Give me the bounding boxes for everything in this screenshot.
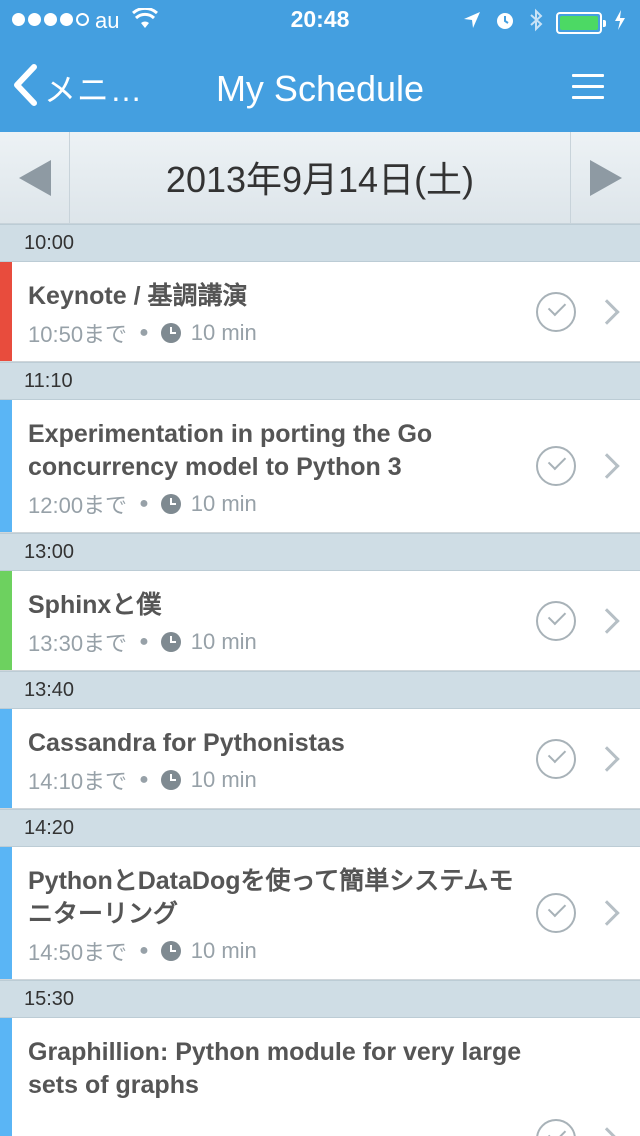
separator-dot: ● — [139, 633, 149, 650]
previous-day-button[interactable] — [0, 132, 70, 224]
back-button-label: メニ… — [44, 71, 144, 108]
date-navigator: 2013年9月14日(土) — [0, 132, 640, 224]
session-list: 10:00 Keynote / 基調講演 10:50まで ● 10 min 11… — [0, 224, 640, 1136]
checkmark-circle-icon[interactable] — [536, 291, 576, 332]
track-color-stripe — [0, 709, 12, 808]
session-title: Experimentation in porting the Go concur… — [28, 420, 433, 481]
charging-bolt-icon — [614, 10, 626, 35]
time-section-header: 13:00 — [0, 533, 640, 571]
session-meta: 12:00まで ● 10 min — [28, 488, 530, 520]
schedule-screen: au 20:48 メニ… My Schedule 2013年9月14日(土) 1… — [0, 0, 640, 1136]
time-section-header: 10:00 — [0, 224, 640, 262]
track-color-stripe — [0, 847, 12, 979]
time-section-header: 13:40 — [0, 671, 640, 709]
separator-dot: ● — [139, 771, 149, 788]
track-color-stripe — [0, 400, 12, 532]
next-day-button[interactable] — [570, 132, 640, 224]
triangle-right-icon — [589, 160, 622, 196]
checkmark-circle-icon[interactable] — [536, 446, 576, 486]
separator-dot: ● — [139, 495, 149, 512]
chevron-right-icon — [594, 1127, 620, 1136]
track-color-stripe — [0, 571, 12, 670]
session-meta: 13:30まで ● 10 min — [28, 626, 530, 658]
current-date: 2013年9月14日(土) — [165, 159, 475, 200]
clock-icon — [160, 941, 181, 961]
navigation-bar: メニ… My Schedule — [0, 40, 640, 132]
track-color-stripe — [0, 262, 12, 361]
session-title: Cassandra for Pythonistas — [28, 729, 345, 757]
top-bar: au 20:48 メニ… My Schedule — [0, 0, 640, 132]
alarm-clock-icon — [494, 9, 516, 36]
checkmark-circle-icon[interactable] — [536, 738, 576, 779]
chevron-right-icon — [594, 298, 620, 325]
session-duration: 10 min — [190, 938, 257, 963]
session-end-time: 12:00まで — [28, 493, 128, 518]
session-row[interactable]: Graphillion: Python module for very larg… — [0, 1018, 640, 1136]
session-meta: 14:50まで ● 10 min — [28, 935, 530, 967]
session-duration: 10 min — [190, 320, 257, 345]
session-meta: 14:10まで ● 10 min — [28, 764, 530, 796]
session-title: Sphinxと僕 — [28, 591, 162, 619]
clock-icon — [160, 770, 181, 790]
chevron-right-icon — [594, 745, 620, 772]
session-meta: 10:50まで ● 10 min — [28, 317, 530, 349]
location-arrow-icon — [462, 10, 482, 35]
clock-icon — [160, 494, 181, 514]
track-color-stripe — [0, 1018, 12, 1136]
session-row[interactable]: PythonとDataDogを使って簡単システムモニターリング 14:50まで … — [0, 847, 640, 980]
separator-dot: ● — [139, 324, 149, 341]
session-title: Graphillion: Python module for very larg… — [28, 1038, 522, 1099]
session-end-time: 14:50まで — [28, 940, 128, 965]
session-row[interactable]: Keynote / 基調講演 10:50まで ● 10 min — [0, 262, 640, 362]
clock-icon — [160, 323, 181, 343]
status-bar: au 20:48 — [0, 0, 640, 40]
session-row[interactable]: Sphinxと僕 13:30まで ● 10 min — [0, 571, 640, 671]
back-button[interactable]: メニ… — [12, 64, 143, 111]
separator-dot: ● — [139, 942, 149, 959]
checkmark-circle-icon[interactable] — [536, 1119, 576, 1136]
session-duration: 10 min — [190, 491, 257, 516]
time-section-header: 14:20 — [0, 809, 640, 847]
chevron-right-icon — [594, 607, 620, 634]
session-row[interactable]: Cassandra for Pythonistas 14:10まで ● 10 m… — [0, 709, 640, 809]
session-title: PythonとDataDogを使って簡単システムモニターリング — [28, 867, 514, 928]
time-section-header: 15:30 — [0, 980, 640, 1018]
chevron-left-icon — [12, 64, 38, 111]
session-end-time: 13:30まで — [28, 631, 128, 656]
triangle-left-icon — [18, 160, 51, 196]
bluetooth-icon — [528, 8, 544, 37]
chevron-right-icon — [594, 900, 620, 926]
clock-icon — [160, 632, 181, 652]
checkmark-circle-icon[interactable] — [536, 600, 576, 641]
session-end-time: 10:50まで — [28, 322, 128, 347]
checkmark-circle-icon[interactable] — [536, 893, 576, 933]
session-duration: 10 min — [190, 629, 257, 654]
chevron-right-icon — [594, 453, 620, 479]
session-title: Keynote / 基調講演 — [28, 282, 248, 310]
session-end-time: 14:10まで — [28, 769, 128, 794]
time-section-header: 11:10 — [0, 362, 640, 400]
session-row[interactable]: Experimentation in porting the Go concur… — [0, 400, 640, 533]
battery-icon — [556, 11, 606, 34]
hamburger-menu-icon[interactable] — [572, 74, 604, 100]
session-duration: 10 min — [190, 767, 257, 792]
